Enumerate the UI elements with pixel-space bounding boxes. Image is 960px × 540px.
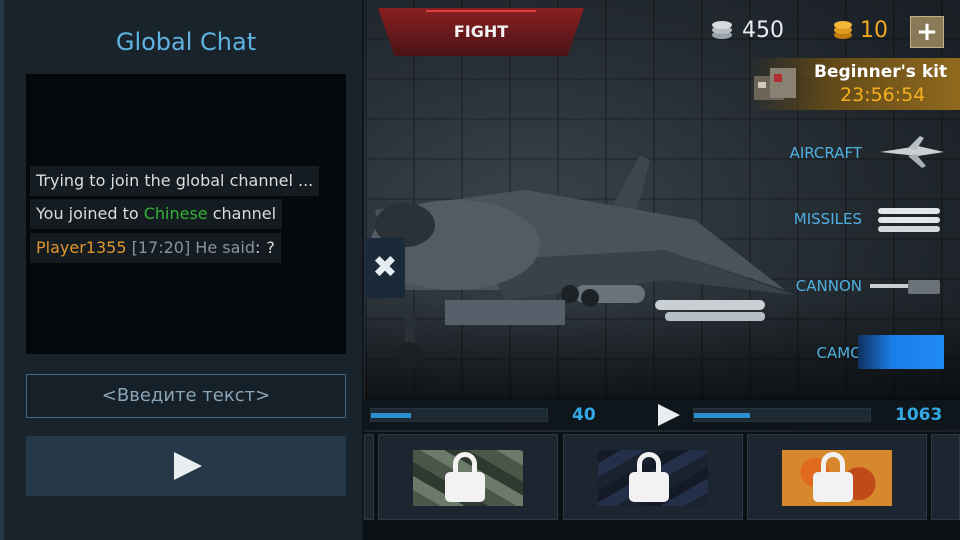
- right-progress-fill: [694, 413, 751, 418]
- chat-title: Global Chat: [115, 28, 257, 56]
- cannon-icon[interactable]: [868, 276, 944, 298]
- chat-message: Player1355 [17:20] He said:?: [30, 233, 281, 263]
- silver-amount: 450: [742, 18, 784, 43]
- chat-log[interactable]: Trying to join the global channel ... Yo…: [26, 74, 346, 354]
- close-chat-button[interactable]: ✖: [365, 238, 405, 298]
- right-progress-value: 1063: [895, 405, 943, 425]
- message-colon: :: [255, 238, 261, 257]
- message-said: He said: [190, 238, 255, 257]
- message-text: channel: [207, 204, 277, 223]
- fight-tab-label[interactable]: FIGHT: [378, 22, 584, 41]
- jet-aircraft-model: [370, 155, 795, 368]
- lock-icon: [629, 452, 669, 502]
- loadout-aircraft[interactable]: AIRCRAFT: [790, 144, 862, 162]
- right-progress-bar: [693, 408, 871, 422]
- left-progress-fill: [371, 413, 412, 418]
- play-icon: [174, 452, 202, 480]
- aircraft-icon[interactable]: [878, 134, 948, 170]
- loadout-missiles[interactable]: MISSILES: [794, 210, 862, 228]
- global-chat-panel: Global Chat Trying to join the global ch…: [0, 0, 364, 540]
- gold-coins-icon: [834, 21, 852, 39]
- missiles-icon[interactable]: [874, 204, 946, 234]
- left-progress-value: 40: [572, 405, 596, 425]
- message-text: You joined to: [36, 204, 144, 223]
- player-name[interactable]: Player1355: [36, 238, 127, 257]
- message-content: ?: [266, 238, 275, 257]
- add-currency-button[interactable]: +: [910, 16, 944, 48]
- gold-amount: 10: [860, 18, 888, 43]
- game-screen: Global Chat Trying to join the global ch…: [0, 0, 960, 540]
- channel-name: Chinese: [143, 204, 208, 223]
- camo-swatch[interactable]: [858, 335, 944, 369]
- chat-input[interactable]: <Введите текст>: [26, 374, 346, 418]
- camo-cell[interactable]: [931, 434, 960, 520]
- lock-icon: [813, 452, 853, 502]
- next-arrow-icon[interactable]: [658, 404, 680, 426]
- left-progress-bar: [370, 408, 548, 422]
- silver-coins-icon: [712, 21, 732, 39]
- message-text: Trying to join the global channel ...: [36, 171, 314, 190]
- send-button[interactable]: [26, 436, 346, 496]
- loadout-cannon[interactable]: CANNON: [796, 277, 862, 295]
- message-time: [17:20]: [131, 238, 191, 257]
- camo-cell[interactable]: [364, 434, 374, 520]
- chat-message: Trying to join the global channel ...: [30, 166, 320, 196]
- loadout-camo[interactable]: CAMO: [817, 344, 862, 362]
- supply-crate-icon: [754, 68, 796, 100]
- tab-highlight: [426, 10, 536, 12]
- chat-message: You joined to Chinese channel: [30, 199, 283, 229]
- kit-timer: 23:56:54: [840, 84, 926, 106]
- lock-icon: [445, 452, 485, 502]
- kit-title[interactable]: Beginner's kit: [814, 62, 947, 82]
